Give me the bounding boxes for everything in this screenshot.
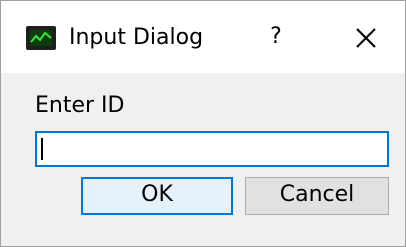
title-bar[interactable]: Input Dialog ? [1,1,405,73]
help-button[interactable]: ? [264,21,288,53]
text-caret [41,138,43,160]
window-title: Input Dialog [69,25,204,50]
enter-id-label: Enter ID [35,93,125,118]
close-icon[interactable] [351,23,381,53]
id-input[interactable] [35,131,389,167]
input-dialog-window: Input Dialog ? Enter ID OK Cancel [0,0,406,247]
cancel-button[interactable]: Cancel [245,177,389,215]
app-chart-icon [26,26,56,50]
ok-button[interactable]: OK [81,177,233,215]
dialog-body: Enter ID OK Cancel [1,73,405,246]
